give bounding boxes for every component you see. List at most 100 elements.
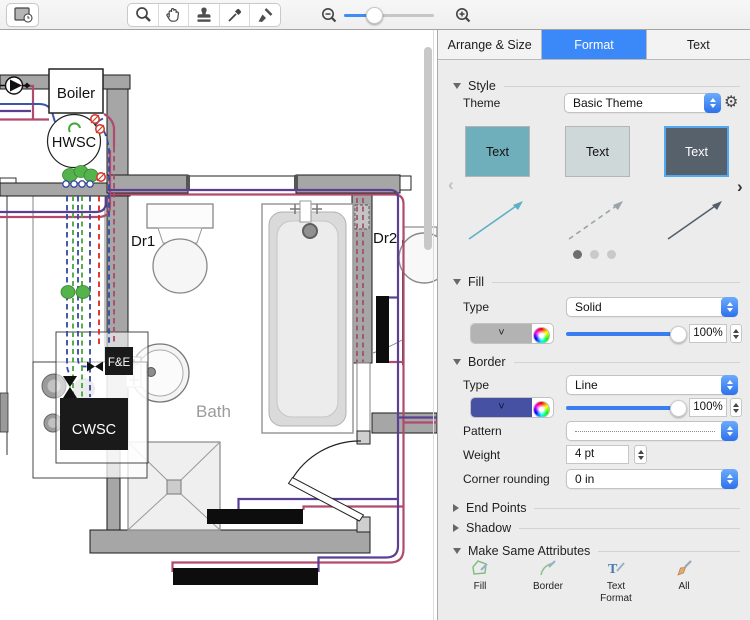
theme-swatch-3-selected[interactable]: Text — [664, 126, 729, 177]
hand-tool-button[interactable] — [159, 4, 190, 26]
door-stub-top — [357, 431, 370, 444]
fill-type-label: Type — [463, 297, 563, 317]
make-same-fill-button[interactable]: Fill — [454, 558, 506, 604]
zoom-controls — [320, 0, 472, 29]
boiler-label: Boiler — [57, 85, 95, 102]
svg-text:T: T — [608, 562, 618, 577]
slider-thumb[interactable] — [670, 326, 687, 343]
theme-label: Theme — [463, 93, 563, 113]
dropdown-stepper-icon — [704, 93, 721, 113]
weight-field[interactable]: 4 pt — [566, 445, 629, 464]
drawing-canvas[interactable]: Boiler HWSC — [0, 30, 437, 620]
border-opacity-value[interactable]: 100% — [689, 398, 727, 417]
eyedropper-icon — [225, 5, 245, 25]
pattern-preview — [575, 431, 715, 432]
fill-opacity-value[interactable]: 100% — [689, 324, 727, 343]
magnifier-icon — [133, 5, 153, 25]
shadow-section-header[interactable]: Shadow — [453, 520, 740, 535]
dropdown-stepper-icon — [721, 421, 738, 441]
theme-pager-dots[interactable] — [438, 248, 750, 262]
stamp-tool-button[interactable] — [189, 4, 220, 26]
text-format-attr-icon: T — [605, 558, 627, 578]
zoom-out-icon[interactable] — [320, 5, 338, 25]
line-style-preview-3[interactable] — [664, 193, 729, 245]
dropdown-stepper-icon — [721, 375, 738, 395]
border-opacity-slider[interactable] — [566, 398, 680, 416]
border-opacity-stepper[interactable] — [730, 398, 742, 417]
tab-arrange-size[interactable]: Arrange & Size — [438, 30, 542, 59]
dr2-label: Dr2 — [373, 230, 397, 247]
fill-opacity-slider[interactable] — [566, 324, 680, 342]
bath-drain — [303, 224, 317, 238]
line-style-preview-2[interactable] — [565, 193, 630, 245]
bath-label: Bath — [196, 402, 231, 421]
end-points-section-header[interactable]: End Points — [453, 500, 740, 515]
fill-type-dropdown[interactable]: Solid — [566, 297, 738, 317]
fill-section-header[interactable]: Fill — [453, 274, 740, 289]
inspector-panel: Arrange & Size Format Text Style Theme B… — [437, 30, 750, 620]
theme-dropdown[interactable]: Basic Theme — [564, 93, 721, 113]
weight-label: Weight — [463, 445, 563, 465]
make-same-label: Make Same Attributes — [468, 544, 590, 558]
color-wheel-icon[interactable] — [533, 401, 550, 418]
border-section-header[interactable]: Border — [453, 354, 740, 369]
stamp-icon — [194, 5, 214, 25]
toilet1[interactable] — [147, 204, 213, 293]
hwsc-label: HWSC — [52, 135, 96, 151]
zoom-in-icon[interactable] — [454, 5, 472, 25]
weight-stepper[interactable] — [634, 445, 647, 464]
tab-format[interactable]: Format — [542, 30, 646, 59]
border-type-dropdown[interactable]: Line — [566, 375, 738, 395]
theme-next-chevron[interactable]: › — [737, 178, 743, 195]
fill-header-label: Fill — [468, 275, 484, 289]
all-attr-icon — [673, 558, 695, 578]
corner-rounding-dropdown[interactable]: 0 in — [566, 469, 738, 489]
border-type-label: Type — [463, 375, 563, 395]
border-header-label: Border — [468, 355, 506, 369]
floor-plan: Boiler HWSC — [0, 30, 437, 620]
theme-swatch-1[interactable]: Text — [465, 126, 530, 177]
line-style-preview-1[interactable] — [465, 193, 530, 245]
paintbrush-icon — [255, 5, 275, 25]
make-same-border-button[interactable]: Border — [522, 558, 574, 604]
corner-rounding-label: Corner rounding — [463, 469, 563, 489]
disclosure-triangle-icon — [453, 504, 459, 512]
make-same-text-format-button[interactable]: T Text Format — [590, 558, 642, 604]
border-attr-icon — [537, 558, 559, 578]
style-header-label: Style — [468, 79, 496, 93]
make-same-buttons: Fill Border T Text Format — [454, 558, 744, 604]
make-same-all-button[interactable]: All — [658, 558, 710, 604]
format-brush-tool-button[interactable] — [250, 4, 280, 26]
fe-label: F&E — [108, 357, 131, 369]
pattern-dropdown[interactable] — [566, 421, 738, 441]
tab-text[interactable]: Text — [647, 30, 750, 59]
dropdown-stepper-icon — [721, 297, 738, 317]
zoom-tool-button[interactable] — [128, 4, 159, 26]
color-wheel-icon[interactable] — [533, 327, 550, 344]
theme-swatch-2[interactable]: Text — [565, 126, 630, 177]
end-points-label: End Points — [466, 501, 526, 515]
border-color-well[interactable]: ˅ — [470, 397, 554, 418]
panel-toggle-button[interactable] — [6, 3, 39, 27]
app-window: Boiler HWSC — [0, 0, 750, 620]
dr1-label: Dr1 — [131, 233, 155, 250]
theme-prev-chevron[interactable]: ‹ — [448, 176, 454, 193]
make-same-section-header[interactable]: Make Same Attributes — [453, 543, 740, 558]
eyedropper-tool-button[interactable] — [220, 4, 251, 26]
slider-thumb[interactable] — [670, 400, 687, 417]
bathtub[interactable] — [262, 201, 353, 433]
disclosure-triangle-icon — [453, 279, 461, 285]
style-section-header[interactable]: Style — [453, 78, 740, 93]
zoom-slider[interactable] — [344, 7, 434, 23]
tab-bar: Arrange & Size Format Text — [438, 30, 750, 60]
fill-opacity-stepper[interactable] — [730, 324, 742, 343]
disclosure-triangle-icon — [453, 359, 461, 365]
zoom-slider-thumb[interactable] — [366, 7, 383, 24]
gear-icon[interactable]: ⚙ — [724, 92, 738, 112]
fill-type-value: Solid — [575, 298, 602, 316]
door[interactable] — [289, 441, 364, 521]
hand-icon — [163, 5, 183, 25]
toolbar — [0, 0, 750, 30]
canvas-scrollbar[interactable] — [424, 47, 432, 250]
fill-color-well[interactable]: ˅ — [470, 323, 554, 344]
